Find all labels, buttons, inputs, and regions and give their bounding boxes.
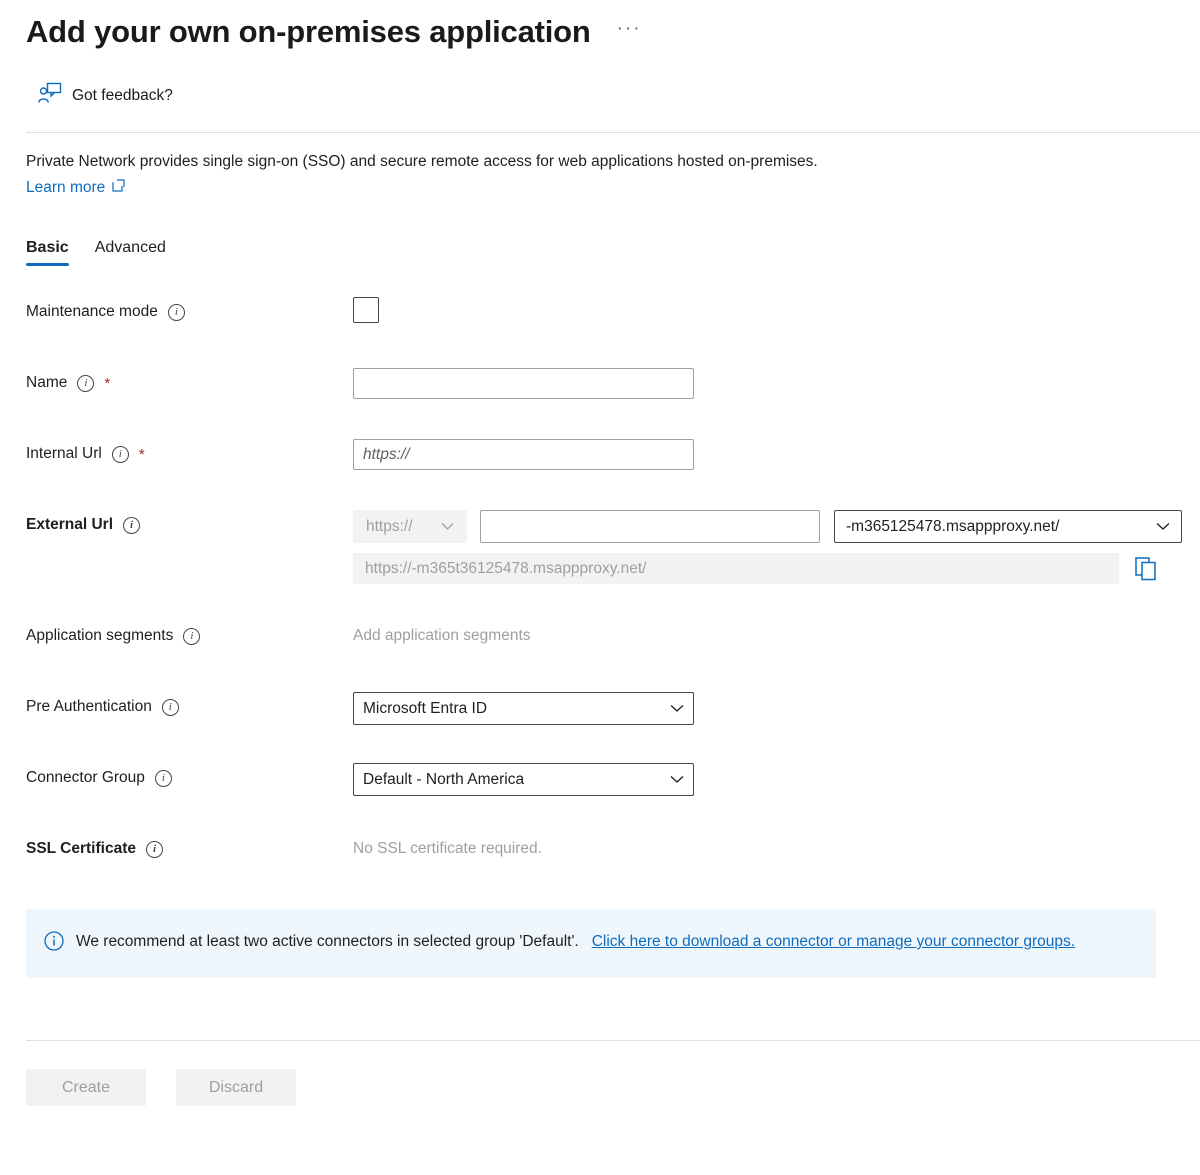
- learn-more-link[interactable]: Learn more: [26, 179, 125, 197]
- external-link-icon: [112, 179, 125, 197]
- got-feedback-label: Got feedback?: [72, 87, 173, 105]
- connector-group-label-cell: Connector Group i: [26, 763, 353, 787]
- row-maintenance-mode: Maintenance mode i: [0, 297, 1200, 331]
- info-circle-icon: [44, 930, 64, 956]
- row-pre-authentication: Pre Authentication i Microsoft Entra ID: [0, 692, 1200, 726]
- connector-group-label: Connector Group: [26, 769, 145, 787]
- name-control: [353, 368, 1200, 399]
- application-segments-label: Application segments: [26, 627, 173, 645]
- connector-group-control: Default - North America: [353, 763, 1200, 796]
- name-label: Name: [26, 374, 67, 392]
- external-url-label-cell: External Url i: [26, 510, 353, 534]
- external-url-control: https:// -m365125478.msappproxy.net/: [353, 510, 1200, 584]
- internal-url-control: [353, 439, 1200, 470]
- tab-list: Basic Advanced: [0, 197, 1200, 266]
- name-label-cell: Name i *: [26, 368, 353, 392]
- add-on-premises-application-page: Add your own on-premises application ···…: [0, 0, 1200, 1175]
- info-icon[interactable]: i: [146, 841, 163, 858]
- page-title: Add your own on-premises application: [26, 12, 591, 52]
- banner-message: We recommend at least two active connect…: [76, 933, 579, 950]
- external-url-preview: https://-m365t36125478.msappproxy.net/: [353, 553, 1119, 584]
- info-icon[interactable]: i: [183, 628, 200, 645]
- internal-url-label-cell: Internal Url i *: [26, 439, 353, 463]
- internal-url-input[interactable]: [353, 439, 694, 470]
- ssl-certificate-value: No SSL certificate required.: [353, 834, 1200, 858]
- required-asterisk: *: [139, 447, 145, 462]
- pre-authentication-label-cell: Pre Authentication i: [26, 692, 353, 716]
- action-bar: Create Discard: [0, 1041, 1200, 1106]
- connector-group-value: Default - North America: [363, 771, 524, 789]
- banner-connector-link[interactable]: Click here to download a connector or ma…: [592, 933, 1075, 950]
- row-name: Name i *: [0, 368, 1200, 402]
- internal-url-label: Internal Url: [26, 445, 102, 463]
- title-bar: Add your own on-premises application ···: [0, 0, 1200, 52]
- chevron-down-icon: [670, 775, 684, 784]
- required-asterisk: *: [104, 376, 110, 391]
- description-block: Private Network provides single sign-on …: [0, 133, 1200, 197]
- external-url-domain-value: -m365125478.msappproxy.net/: [846, 518, 1059, 536]
- feedback-person-icon: [38, 82, 62, 109]
- copy-icon[interactable]: [1135, 557, 1157, 581]
- info-icon[interactable]: i: [155, 770, 172, 787]
- got-feedback-button[interactable]: Got feedback?: [0, 52, 173, 109]
- pre-authentication-value: Microsoft Entra ID: [363, 700, 487, 718]
- tab-basic[interactable]: Basic: [26, 239, 69, 266]
- maintenance-mode-control: [353, 297, 1200, 323]
- ssl-certificate-control: No SSL certificate required.: [353, 834, 1200, 858]
- row-application-segments: Application segments i Add application s…: [0, 621, 1200, 655]
- more-options-icon[interactable]: ···: [613, 18, 646, 46]
- application-segments-value[interactable]: Add application segments: [353, 621, 1200, 645]
- info-icon[interactable]: i: [162, 699, 179, 716]
- application-form: Maintenance mode i Name i * Internal Url…: [0, 266, 1200, 868]
- ssl-certificate-label: SSL Certificate: [26, 840, 136, 858]
- external-url-preview-row: https://-m365t36125478.msappproxy.net/: [353, 553, 1200, 584]
- ssl-certificate-label-cell: SSL Certificate i: [26, 834, 353, 858]
- create-button[interactable]: Create: [26, 1069, 146, 1106]
- pre-authentication-control: Microsoft Entra ID: [353, 692, 1200, 725]
- banner-text: We recommend at least two active connect…: [76, 930, 1075, 956]
- chevron-down-icon: [441, 522, 454, 531]
- info-icon[interactable]: i: [112, 446, 129, 463]
- info-icon[interactable]: i: [123, 517, 140, 534]
- discard-button[interactable]: Discard: [176, 1069, 296, 1106]
- maintenance-mode-label-cell: Maintenance mode i: [26, 297, 353, 321]
- row-external-url: External Url i https:// -m365125478.msap…: [0, 510, 1200, 584]
- external-url-label: External Url: [26, 516, 113, 534]
- application-segments-label-cell: Application segments i: [26, 621, 353, 645]
- learn-more-label: Learn more: [26, 179, 105, 197]
- row-internal-url: Internal Url i *: [0, 439, 1200, 473]
- name-input[interactable]: [353, 368, 694, 399]
- maintenance-mode-label: Maintenance mode: [26, 303, 158, 321]
- external-url-domain-select[interactable]: -m365125478.msappproxy.net/: [834, 510, 1182, 543]
- external-url-host-input[interactable]: [480, 510, 820, 543]
- external-url-inputs: https:// -m365125478.msappproxy.net/: [353, 510, 1200, 543]
- connector-group-select[interactable]: Default - North America: [353, 763, 694, 796]
- chevron-down-icon: [1156, 522, 1170, 531]
- maintenance-mode-checkbox[interactable]: [353, 297, 379, 323]
- external-url-scheme-value: https://: [366, 518, 413, 536]
- tab-advanced[interactable]: Advanced: [95, 239, 166, 266]
- chevron-down-icon: [670, 704, 684, 713]
- row-ssl-certificate: SSL Certificate i No SSL certificate req…: [0, 834, 1200, 868]
- description-text: Private Network provides single sign-on …: [26, 151, 1200, 173]
- external-url-scheme-select[interactable]: https://: [353, 510, 467, 543]
- info-icon[interactable]: i: [77, 375, 94, 392]
- application-segments-control: Add application segments: [353, 621, 1200, 645]
- pre-authentication-select[interactable]: Microsoft Entra ID: [353, 692, 694, 725]
- info-icon[interactable]: i: [168, 304, 185, 321]
- row-connector-group: Connector Group i Default - North Americ…: [0, 763, 1200, 797]
- pre-authentication-label: Pre Authentication: [26, 698, 152, 716]
- connector-recommendation-banner: We recommend at least two active connect…: [26, 909, 1156, 978]
